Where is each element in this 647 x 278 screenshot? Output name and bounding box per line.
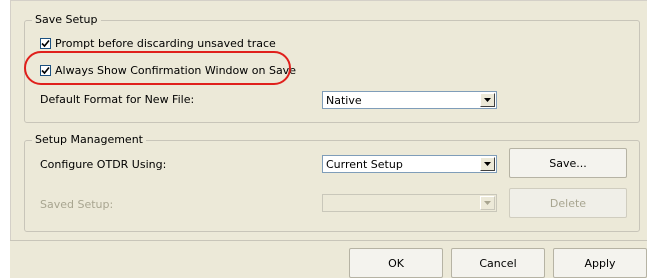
panel-left-border	[10, 0, 11, 240]
save-setup-legend: Save Setup	[32, 13, 101, 26]
chevron-down-icon[interactable]	[480, 196, 495, 210]
configure-otdr-label: Configure OTDR Using:	[40, 158, 167, 171]
chevron-down-icon[interactable]	[480, 93, 495, 107]
highlight-annotation	[24, 51, 291, 85]
checkmark-icon	[41, 39, 50, 48]
configure-otdr-select[interactable]: Current Setup	[322, 155, 497, 173]
delete-setup-button[interactable]: Delete	[509, 188, 627, 218]
prompt-discard-checkbox[interactable]	[40, 38, 51, 49]
saved-setup-label: Saved Setup:	[40, 198, 114, 211]
default-format-select[interactable]: Native	[322, 91, 497, 109]
saved-setup-select[interactable]	[322, 194, 497, 212]
save-setup-button[interactable]: Save...	[509, 148, 627, 178]
panel-top-border	[10, 0, 647, 1]
setup-management-legend: Setup Management	[32, 133, 146, 146]
apply-button[interactable]: Apply	[553, 248, 647, 278]
default-format-value: Native	[326, 94, 362, 107]
ok-button[interactable]: OK	[349, 248, 443, 278]
default-format-label: Default Format for New File:	[40, 93, 195, 106]
configure-otdr-value: Current Setup	[326, 158, 403, 171]
footer-bar	[10, 241, 647, 278]
cancel-button[interactable]: Cancel	[451, 248, 545, 278]
prompt-discard-label[interactable]: Prompt before discarding unsaved trace	[55, 37, 276, 50]
chevron-down-icon[interactable]	[480, 157, 495, 171]
